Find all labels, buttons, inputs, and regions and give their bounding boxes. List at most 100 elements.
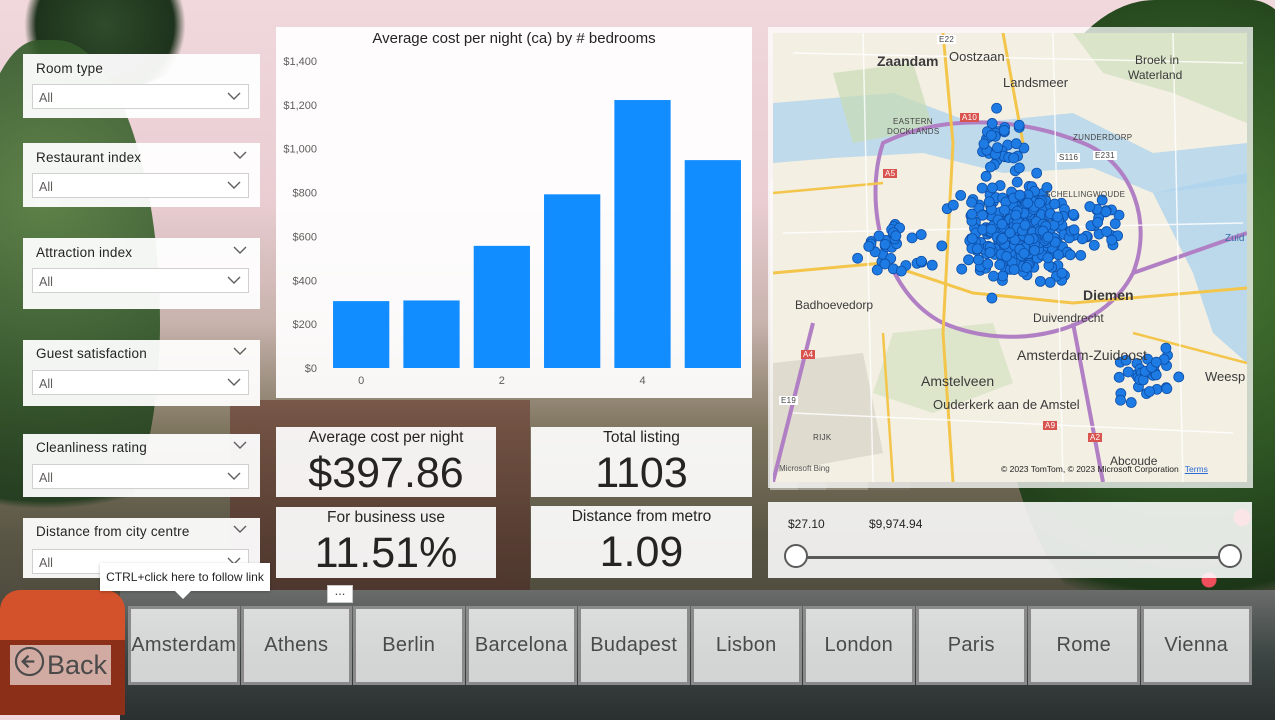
more-options-button[interactable]: ... [327,584,353,603]
map-canvas[interactable]: Zaandam Oostzaan Landsmeer Broek in Wate… [773,33,1247,482]
listing-marker[interactable] [1067,208,1079,220]
listing-marker[interactable] [1031,167,1043,179]
listing-marker[interactable] [1056,267,1068,279]
bar-5-bedrooms[interactable] [684,160,741,368]
listing-marker[interactable] [1010,138,1022,150]
listing-marker[interactable] [1014,189,1026,201]
listing-marker[interactable] [983,196,995,208]
listing-marker[interactable] [1052,211,1064,223]
listing-marker[interactable] [1011,176,1023,188]
slider-handle-min[interactable] [784,544,808,568]
restaurant-index-dropdown[interactable]: All [32,173,249,198]
listing-marker[interactable] [1150,356,1162,368]
bar-2-bedrooms[interactable] [473,245,530,368]
listing-marker[interactable] [1008,264,1020,275]
cleanliness-rating-dropdown[interactable]: All [32,464,249,489]
guest-satisfaction-dropdown[interactable]: All [32,370,249,395]
listing-marker[interactable] [1113,371,1125,383]
listing-marker[interactable] [1013,119,1025,131]
listing-marker[interactable] [966,208,978,220]
listing-marker[interactable] [1064,249,1076,261]
listing-marker[interactable] [1068,224,1080,236]
listing-marker[interactable] [863,240,875,252]
listing-marker[interactable] [991,102,1003,114]
bar-3-bedrooms[interactable] [544,194,601,368]
listing-marker[interactable] [1022,197,1034,209]
listing-marker[interactable] [1077,233,1088,245]
bar-chart-visual[interactable]: Average cost per night (ca) by # bedroom… [276,27,752,398]
listing-marker[interactable] [1044,276,1056,288]
listing-marker[interactable] [999,204,1010,216]
listing-marker[interactable] [994,259,1006,271]
listing-marker[interactable] [1013,162,1025,174]
listing-marker[interactable] [998,124,1010,136]
bar-4-bedrooms[interactable] [614,100,671,368]
listing-marker[interactable] [1160,342,1172,354]
listing-marker[interactable] [852,252,863,264]
listing-marker[interactable] [973,254,984,266]
city-button-berlin[interactable]: Berlin [353,606,465,685]
chevron-down-icon[interactable] [232,148,248,162]
listing-marker[interactable] [1034,197,1046,209]
city-button-rome[interactable]: Rome [1028,606,1140,685]
room-type-dropdown[interactable]: All [32,84,249,109]
back-button[interactable]: Back [10,645,111,685]
listing-marker[interactable] [966,196,977,208]
city-button-vienna[interactable]: Vienna [1140,606,1252,685]
listing-marker[interactable] [1042,231,1054,243]
chevron-down-icon[interactable] [232,344,248,358]
listing-marker[interactable] [915,229,927,240]
listing-marker[interactable] [986,118,998,129]
chevron-down-icon[interactable] [232,438,248,452]
listing-marker[interactable] [1075,249,1087,261]
slider-handle-max[interactable] [1218,544,1242,568]
slider-track[interactable] [796,556,1230,559]
listing-marker[interactable] [1021,262,1032,273]
listing-marker[interactable] [976,182,988,194]
city-button-athens[interactable]: Athens [240,606,352,685]
listing-marker[interactable] [1053,249,1064,261]
listing-marker[interactable] [1115,394,1126,406]
listing-marker[interactable] [1092,216,1104,228]
listing-marker[interactable] [879,238,891,250]
listing-marker[interactable] [984,247,996,258]
attraction-index-dropdown[interactable]: All [32,268,249,293]
city-button-budapest[interactable]: Budapest [578,606,690,685]
listing-marker[interactable] [1084,201,1096,212]
listing-marker[interactable] [1042,252,1054,264]
listing-marker[interactable] [906,232,918,244]
listing-marker[interactable] [1125,397,1137,408]
chevron-down-icon[interactable] [232,522,248,536]
listing-marker[interactable] [1100,206,1112,217]
listing-marker[interactable] [971,243,983,255]
listing-marker[interactable] [1144,386,1155,397]
listing-marker[interactable] [982,258,994,270]
listing-marker[interactable] [1029,244,1040,256]
listing-marker[interactable] [985,223,997,235]
listing-marker[interactable] [1008,152,1020,164]
listing-marker[interactable] [895,265,907,277]
listing-marker[interactable] [986,129,997,141]
listing-marker[interactable] [987,182,998,194]
listing-marker[interactable] [947,199,959,211]
listing-marker[interactable] [1173,371,1185,383]
listing-marker[interactable] [1161,383,1173,395]
listing-marker[interactable] [977,209,988,221]
city-button-barcelona[interactable]: Barcelona [465,606,577,685]
city-button-london[interactable]: London [803,606,915,685]
listing-marker[interactable] [1049,198,1061,210]
chevron-down-icon[interactable] [232,243,248,257]
listing-marker[interactable] [985,161,996,173]
listing-marker[interactable] [1088,239,1100,251]
listing-marker[interactable] [978,138,990,150]
listing-marker[interactable] [873,230,885,242]
listing-marker[interactable] [915,255,927,267]
listing-marker[interactable] [955,189,967,201]
city-button-amsterdam[interactable]: Amsterdam [128,606,240,685]
listing-marker[interactable] [992,142,1003,154]
listing-marker[interactable] [1001,251,1012,262]
listing-marker[interactable] [1106,234,1118,246]
listing-marker[interactable] [980,170,992,182]
listing-marker[interactable] [963,254,974,266]
listing-marker[interactable] [986,292,998,304]
